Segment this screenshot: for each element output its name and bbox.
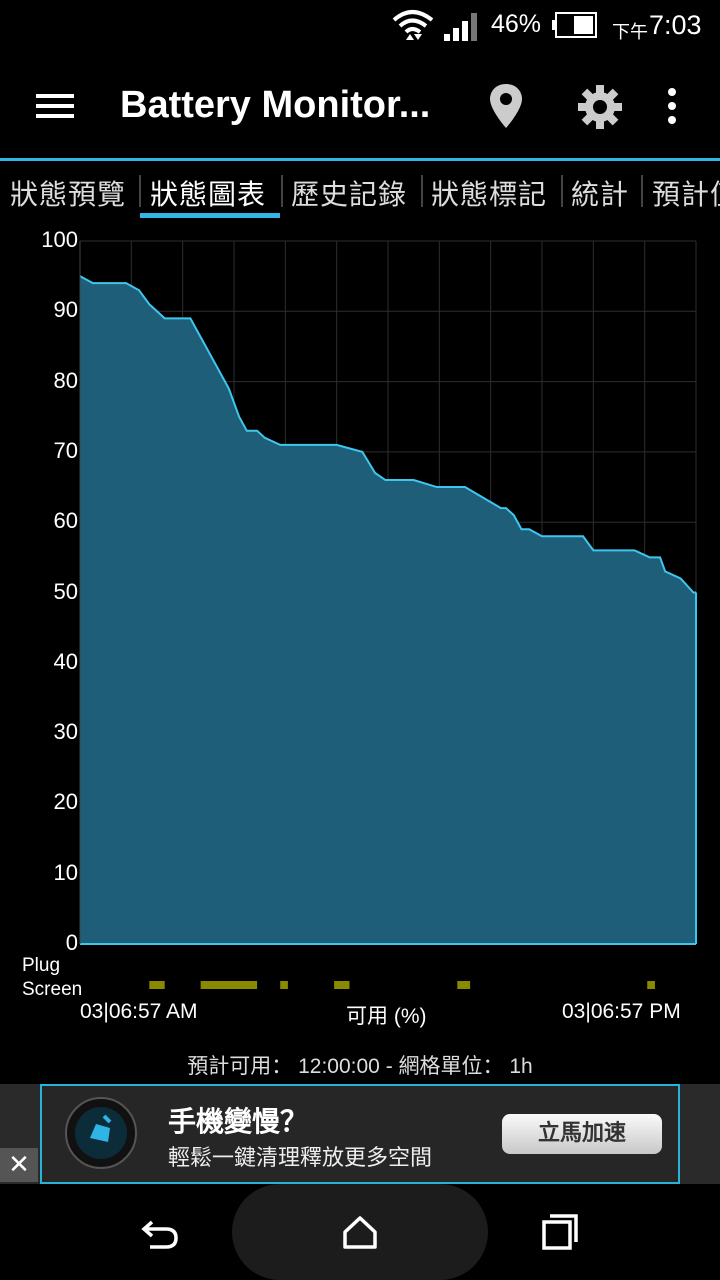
screen-row-label: Screen — [22, 979, 83, 1000]
battery-level-chart — [79, 240, 697, 989]
ad-title: 手機變慢？ — [168, 1105, 309, 1138]
screen-on-segment — [457, 981, 471, 989]
screen-on-segment — [280, 981, 288, 989]
screen-on-segment — [647, 981, 655, 989]
ad-subtitle: 輕鬆一鍵清理釋放更多空間 — [168, 1146, 433, 1171]
x-axis-start-label: 03|06:57 AM — [80, 1000, 198, 1023]
ad-speed-up-button[interactable]: 立馬加速 — [502, 1114, 662, 1154]
home-icon[interactable] — [340, 1212, 380, 1252]
x-axis-end-label: 03|06:57 PM — [562, 1000, 681, 1023]
back-icon[interactable] — [140, 1212, 182, 1252]
plug-row-label: Plug — [22, 955, 61, 976]
screen-on-segment — [200, 981, 258, 989]
cleaner-app-icon — [65, 1097, 137, 1169]
forecast-grid-info: 預計可用： 12:00:00 - 網格單位： 1h — [187, 1055, 533, 1078]
close-icon[interactable]: ✕ — [0, 1148, 38, 1182]
screen-on-segment — [149, 981, 165, 989]
screen-on-segment — [334, 981, 350, 989]
x-axis-title: 可用 (%) — [346, 1005, 427, 1028]
recents-icon[interactable] — [540, 1212, 580, 1252]
